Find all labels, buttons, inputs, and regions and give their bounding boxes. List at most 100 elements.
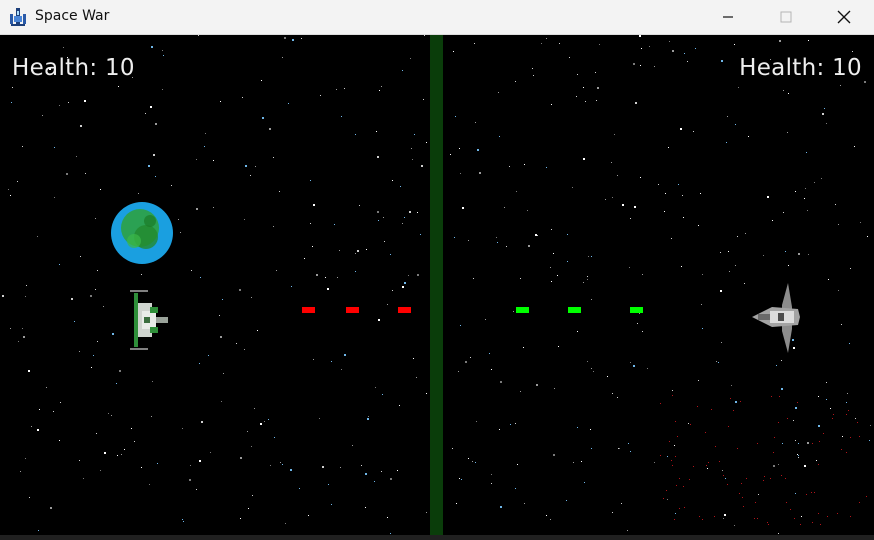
star [629,267,630,268]
star [630,451,631,452]
star [390,254,391,255]
star [727,116,728,117]
star [100,470,101,471]
star [423,99,424,100]
star [516,191,517,192]
star [282,57,283,58]
star [637,323,638,324]
star [162,50,163,51]
star [240,518,241,519]
red-star [797,402,798,403]
star [640,177,641,178]
star [785,251,786,252]
star [665,193,666,194]
star [190,465,191,466]
close-icon [837,10,851,24]
star [681,266,682,267]
star [842,436,843,437]
star [455,116,456,117]
star [390,533,391,534]
star [416,377,417,378]
star [546,515,547,516]
star [257,330,258,331]
star [535,234,537,236]
star [251,297,252,298]
minimize-button[interactable] [699,0,757,34]
red-star [794,518,795,519]
star [801,516,802,517]
red-star [819,441,820,442]
star [2,295,4,297]
star [852,51,853,52]
star [50,507,52,509]
red-star [702,519,703,520]
red-star [660,403,661,404]
star [828,279,829,280]
star [71,298,73,300]
star [783,90,784,91]
star [669,41,670,42]
star [517,464,518,465]
star [462,207,464,209]
star [628,443,629,444]
window-title: Space War [35,8,110,24]
star [566,500,567,501]
star [798,253,800,255]
close-button[interactable] [815,0,873,34]
star [200,277,201,278]
star [707,468,708,469]
star [39,409,40,410]
star [59,440,60,441]
red-star [675,456,676,457]
star [402,70,403,71]
star [285,523,286,524]
star [397,470,398,471]
star [284,37,286,39]
star [242,97,243,98]
star [269,128,271,130]
star [541,43,542,44]
star [476,421,477,422]
star [378,319,380,321]
star [339,250,340,251]
star [642,274,643,275]
star [627,530,628,531]
game-canvas[interactable]: Health: 10 Health: 10 [0,35,874,535]
red-star [739,493,740,494]
star [513,311,514,312]
star [550,267,551,268]
star [410,58,411,59]
star [42,115,43,116]
star [724,514,726,516]
red-star [676,485,677,486]
app-window: Space War Health: 10 Health: 10 [0,0,874,540]
star [260,423,262,425]
maximize-button[interactable] [757,0,815,34]
star [867,236,868,237]
star [178,219,179,220]
star [477,149,479,151]
star [515,423,516,424]
star [54,147,55,148]
star [196,208,198,210]
star [112,333,114,335]
star [222,299,223,300]
star [583,282,584,283]
star [793,420,794,421]
star [460,173,461,174]
star [151,416,152,417]
star [149,484,150,485]
red-star [684,507,685,508]
star [473,278,474,279]
star [726,142,727,143]
red-star [859,502,860,503]
title-bar[interactable]: Space War [0,0,874,35]
star [268,419,269,420]
red-star [708,462,709,463]
star [270,465,271,466]
star [368,416,369,417]
star [366,249,367,250]
star [577,427,578,428]
star [404,282,406,284]
star [491,483,492,484]
